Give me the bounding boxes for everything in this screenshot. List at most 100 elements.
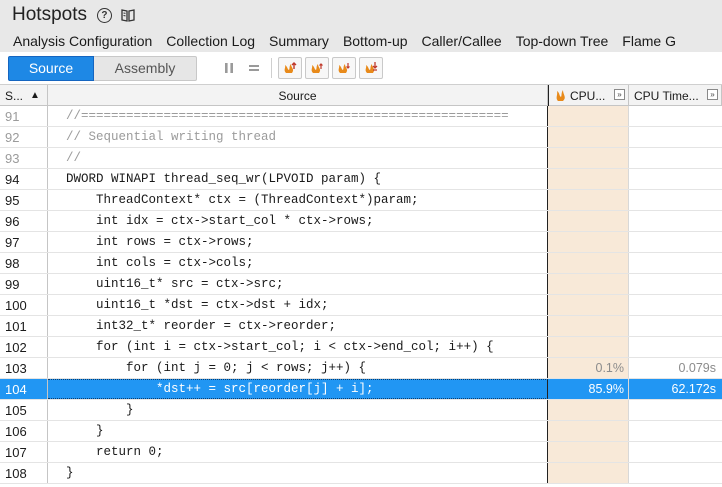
source-toolbar: Source Assembly xyxy=(0,52,722,85)
table-row[interactable]: 99 uint16_t* src = ctx->src; xyxy=(0,274,722,295)
analysis-tabs: Analysis Configuration Collection Log Su… xyxy=(0,30,722,52)
assembly-view-button[interactable]: Assembly xyxy=(94,55,197,81)
flame-next-down-icon[interactable] xyxy=(332,57,356,79)
cpu-time xyxy=(629,463,722,483)
cpu-column-header[interactable]: CPU... » xyxy=(548,85,629,106)
line-column-header[interactable]: S... ▲ xyxy=(0,85,48,106)
source-line: return 0; xyxy=(48,442,548,462)
cpu-percent xyxy=(548,190,629,210)
cpu-time xyxy=(629,295,722,315)
source-line: } xyxy=(48,400,548,420)
table-row[interactable]: 107 return 0; xyxy=(0,442,722,463)
source-grid: S... ▲ Source CPU... » CPU Time... » 91/… xyxy=(0,85,722,487)
equals-icon[interactable] xyxy=(243,57,265,79)
docs-book-icon[interactable] xyxy=(120,7,136,23)
cpu-percent xyxy=(548,442,629,462)
source-line: } xyxy=(48,463,548,483)
cpu-percent xyxy=(548,169,629,189)
table-row[interactable]: 91//====================================… xyxy=(0,106,722,127)
cpu-time xyxy=(629,232,722,252)
cpu-percent xyxy=(548,400,629,420)
tab-summary[interactable]: Summary xyxy=(262,31,336,52)
cpu-percent: 85.9% xyxy=(548,379,629,399)
expand-column-icon[interactable]: » xyxy=(614,89,625,100)
flame-down-icon[interactable] xyxy=(359,57,383,79)
source-line: for (int i = ctx->start_col; i < ctx->en… xyxy=(48,337,548,357)
source-line: *dst++ = src[reorder[j] + i]; xyxy=(48,379,548,399)
flame-up-icon[interactable] xyxy=(278,57,302,79)
source-line: int idx = ctx->start_col * ctx->rows; xyxy=(48,211,548,231)
table-row[interactable]: 101 int32_t* reorder = ctx->reorder; xyxy=(0,316,722,337)
line-number: 91 xyxy=(0,106,48,126)
source-line: // xyxy=(48,148,548,168)
table-row[interactable]: 106 } xyxy=(0,421,722,442)
source-line: //======================================… xyxy=(48,106,548,126)
table-row[interactable]: 103 for (int j = 0; j < rows; j++) {0.1%… xyxy=(0,358,722,379)
source-line: // Sequential writing thread xyxy=(48,127,548,147)
cpu-percent xyxy=(548,106,629,126)
table-row[interactable]: 108} xyxy=(0,463,722,484)
flame-icon xyxy=(556,90,565,101)
tab-caller-callee[interactable]: Caller/Callee xyxy=(415,31,509,52)
cpu-percent xyxy=(548,463,629,483)
help-icon[interactable]: ? xyxy=(96,7,112,23)
source-line: int rows = ctx->rows; xyxy=(48,232,548,252)
table-row[interactable]: 92// Sequential writing thread xyxy=(0,127,722,148)
line-number: 102 xyxy=(0,337,48,357)
line-number: 105 xyxy=(0,400,48,420)
tab-bottom-up[interactable]: Bottom-up xyxy=(336,31,415,52)
table-row[interactable]: 100 uint16_t *dst = ctx->dst + idx; xyxy=(0,295,722,316)
cpu-percent xyxy=(548,421,629,441)
line-number: 93 xyxy=(0,148,48,168)
source-view-button[interactable]: Source xyxy=(8,55,94,81)
cpu-percent: 0.1% xyxy=(548,358,629,378)
source-column-header[interactable]: Source xyxy=(48,85,548,106)
grid-rows: 91//====================================… xyxy=(0,106,722,484)
cpu-percent xyxy=(548,274,629,294)
cpu-percent xyxy=(548,295,629,315)
tab-analysis-configuration[interactable]: Analysis Configuration xyxy=(0,31,159,52)
tab-flame-graph[interactable]: Flame G xyxy=(615,31,683,52)
source-line: DWORD WINAPI thread_seq_wr(LPVOID param)… xyxy=(48,169,548,189)
table-row[interactable]: 96 int idx = ctx->start_col * ctx->rows; xyxy=(0,211,722,232)
line-number: 99 xyxy=(0,274,48,294)
cpu-time xyxy=(629,400,722,420)
table-row[interactable]: 104 *dst++ = src[reorder[j] + i]; 85.9% 62… xyxy=(0,379,722,400)
line-number: 101 xyxy=(0,316,48,336)
table-row[interactable]: 93// xyxy=(0,148,722,169)
table-row[interactable]: 97 int rows = ctx->rows; xyxy=(0,232,722,253)
cpu-time-column-header[interactable]: CPU Time... » xyxy=(629,85,722,106)
source-line: uint16_t* src = ctx->src; xyxy=(48,274,548,294)
tab-top-down-tree[interactable]: Top-down Tree xyxy=(509,31,616,52)
expand-column-icon[interactable]: » xyxy=(707,89,718,100)
line-number: 104 xyxy=(0,379,48,399)
source-line: } xyxy=(48,421,548,441)
source-line: int32_t* reorder = ctx->reorder; xyxy=(48,316,548,336)
line-number: 100 xyxy=(0,295,48,315)
cpu-time xyxy=(629,274,722,294)
cpu-percent xyxy=(548,148,629,168)
table-row[interactable]: 94 DWORD WINAPI thread_seq_wr(LPVOID para… xyxy=(0,169,722,190)
source-line: int cols = ctx->cols; xyxy=(48,253,548,273)
line-number: 97 xyxy=(0,232,48,252)
cpu-percent xyxy=(548,211,629,231)
source-line: uint16_t *dst = ctx->dst + idx; xyxy=(48,295,548,315)
line-number: 98 xyxy=(0,253,48,273)
tab-collection-log[interactable]: Collection Log xyxy=(159,31,262,52)
flame-next-up-icon[interactable] xyxy=(305,57,329,79)
cpu-time xyxy=(629,190,722,210)
source-line: for (int j = 0; j < rows; j++) { xyxy=(48,358,548,378)
cpu-percent xyxy=(548,316,629,336)
cpu-percent xyxy=(548,127,629,147)
cpu-time xyxy=(629,316,722,336)
pause-icon[interactable] xyxy=(218,57,240,79)
cpu-time xyxy=(629,442,722,462)
title-bar: Hotspots ? xyxy=(0,0,722,30)
table-row[interactable]: 105 } xyxy=(0,400,722,421)
cpu-time: 62.172s xyxy=(629,379,722,399)
page-title: Hotspots xyxy=(12,4,87,25)
cpu-time xyxy=(629,253,722,273)
table-row[interactable]: 95 ThreadContext* ctx = (ThreadContext*)… xyxy=(0,190,722,211)
table-row[interactable]: 102 for (int i = ctx->start_col; i < ctx… xyxy=(0,337,722,358)
table-row[interactable]: 98 int cols = ctx->cols; xyxy=(0,253,722,274)
